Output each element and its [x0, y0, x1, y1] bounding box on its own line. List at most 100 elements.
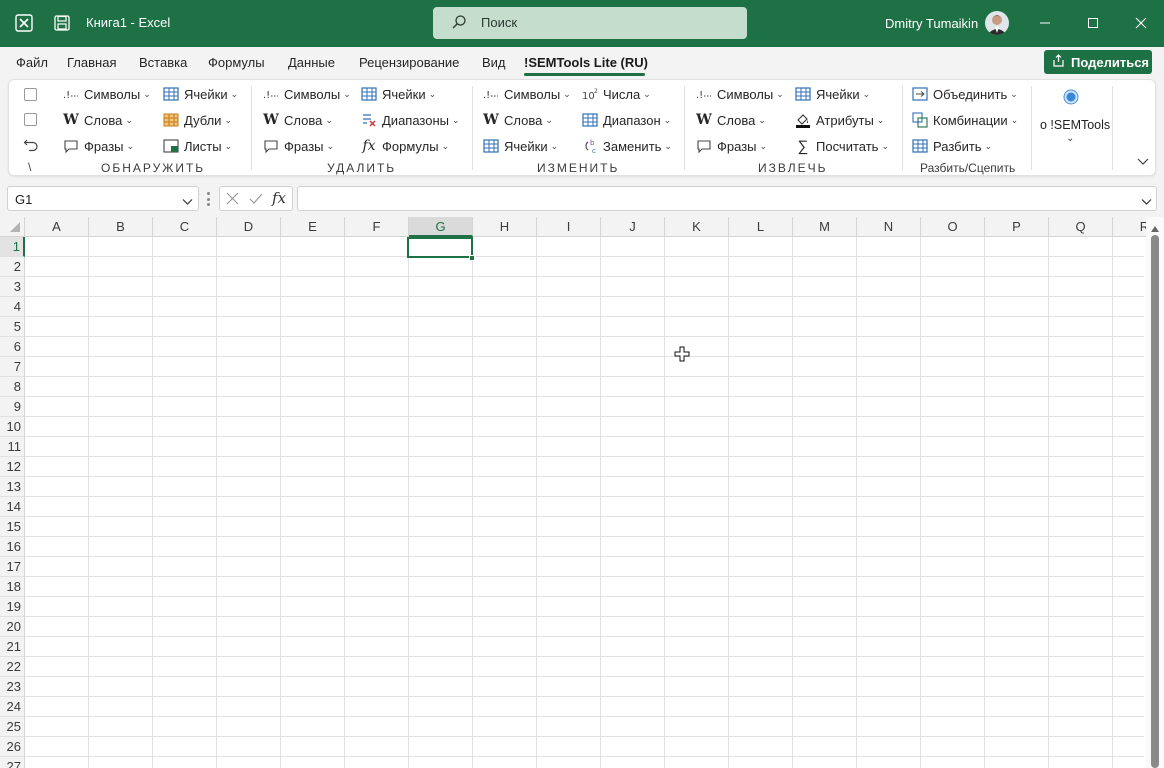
quick-checkbox-2[interactable]: [24, 113, 37, 126]
row-header-8[interactable]: 8: [0, 377, 25, 397]
row-header-4[interactable]: 4: [0, 297, 25, 317]
detect-words-button[interactable]: W Слова ⌄: [63, 109, 133, 131]
column-header-l[interactable]: L: [729, 217, 793, 237]
row-header-25[interactable]: 25: [0, 717, 25, 737]
row-header-16[interactable]: 16: [0, 537, 25, 557]
column-header-k[interactable]: K: [665, 217, 729, 237]
select-all-corner[interactable]: [0, 217, 25, 237]
share-button[interactable]: Поделиться: [1044, 50, 1152, 74]
extract-count-button[interactable]: ∑ Посчитать ⌄: [795, 135, 889, 157]
detect-dupes-button[interactable]: Дубли ⌄: [163, 109, 232, 131]
column-header-m[interactable]: M: [793, 217, 857, 237]
search-box[interactable]: Поиск: [433, 7, 747, 39]
row-header-24[interactable]: 24: [0, 697, 25, 717]
row-header-22[interactable]: 22: [0, 657, 25, 677]
row-header-19[interactable]: 19: [0, 597, 25, 617]
cancel-icon[interactable]: [226, 192, 239, 208]
excel-logo-icon[interactable]: [14, 13, 34, 33]
chevron-down-icon[interactable]: [182, 194, 193, 209]
detect-cells-button[interactable]: Ячейки ⌄: [163, 83, 238, 105]
row-header-2[interactable]: 2: [0, 257, 25, 277]
row-header-1[interactable]: 1: [0, 237, 25, 257]
check-icon[interactable]: [249, 192, 263, 208]
row-header-5[interactable]: 5: [0, 317, 25, 337]
column-header-n[interactable]: N: [857, 217, 921, 237]
about-semtools-button[interactable]: о !SEMTools: [1040, 118, 1110, 132]
change-range-button[interactable]: Диапазон ⌄: [582, 109, 671, 131]
tab-file[interactable]: Файл: [16, 55, 48, 70]
change-replace-button[interactable]: bc Заменить ⌄: [582, 135, 672, 157]
vertical-scroll-thumb[interactable]: [1151, 235, 1159, 768]
row-header-27[interactable]: 27: [0, 757, 25, 768]
column-header-h[interactable]: H: [473, 217, 537, 237]
delete-cells-button[interactable]: Ячейки ⌄: [361, 83, 436, 105]
vertical-scrollbar[interactable]: [1146, 217, 1164, 768]
extract-phrases-button[interactable]: Фразы ⌄: [696, 135, 767, 157]
column-header-o[interactable]: O: [921, 217, 985, 237]
row-header-17[interactable]: 17: [0, 557, 25, 577]
row-header-11[interactable]: 11: [0, 437, 25, 457]
row-header-7[interactable]: 7: [0, 357, 25, 377]
row-header-15[interactable]: 15: [0, 517, 25, 537]
delete-words-button[interactable]: W Слова ⌄: [263, 109, 333, 131]
undo-icon[interactable]: [23, 136, 39, 155]
column-header-a[interactable]: A: [25, 217, 89, 237]
merge-button[interactable]: Объединить ⌄: [912, 83, 1018, 105]
quick-checkbox-1[interactable]: [24, 88, 37, 101]
row-header-9[interactable]: 9: [0, 397, 25, 417]
change-cells-button[interactable]: Ячейки ⌄: [483, 135, 558, 157]
tab-data[interactable]: Данные: [288, 55, 335, 70]
detect-symbols-button[interactable]: .! Символы ⌄: [63, 83, 151, 105]
tab-review[interactable]: Рецензирование: [359, 55, 459, 70]
name-box[interactable]: G1: [7, 186, 199, 211]
detect-sheets-button[interactable]: Листы ⌄: [163, 135, 232, 157]
active-cell-g1[interactable]: [407, 237, 473, 258]
column-header-f[interactable]: F: [345, 217, 409, 237]
minimize-icon[interactable]: [1030, 8, 1060, 38]
row-header-3[interactable]: 3: [0, 277, 25, 297]
column-header-d[interactable]: D: [217, 217, 281, 237]
tab-formulas[interactable]: Формулы: [208, 55, 265, 70]
delete-symbols-button[interactable]: .! Символы ⌄: [263, 83, 351, 105]
row-header-20[interactable]: 20: [0, 617, 25, 637]
cell-area[interactable]: [25, 237, 1144, 768]
extract-cells-button[interactable]: Ячейки ⌄: [795, 83, 870, 105]
row-header-18[interactable]: 18: [0, 577, 25, 597]
column-header-g[interactable]: G: [409, 217, 473, 237]
row-header-6[interactable]: 6: [0, 337, 25, 357]
expand-formula-bar-icon[interactable]: [1141, 194, 1152, 209]
formula-bar-grip-icon[interactable]: [207, 192, 210, 206]
tab-semtools[interactable]: !SEMTools Lite (RU): [524, 55, 648, 70]
extract-symbols-button[interactable]: .! Символы ⌄: [696, 83, 784, 105]
delete-phrases-button[interactable]: Фразы ⌄: [263, 135, 334, 157]
tab-view[interactable]: Вид: [482, 55, 506, 70]
column-header-q[interactable]: Q: [1049, 217, 1113, 237]
column-header-j[interactable]: J: [601, 217, 665, 237]
collapse-ribbon-icon[interactable]: [1137, 154, 1149, 169]
combinations-button[interactable]: Комбинации ⌄: [912, 109, 1018, 131]
change-numbers-button[interactable]: 10 2 Числа ⌄: [582, 83, 651, 105]
column-header-p[interactable]: P: [985, 217, 1049, 237]
row-header-14[interactable]: 14: [0, 497, 25, 517]
fill-handle[interactable]: [469, 255, 475, 261]
chevron-down-icon[interactable]: ⌄: [1066, 133, 1074, 144]
split-button[interactable]: Разбить ⌄: [912, 135, 992, 157]
insert-function-icon[interactable]: fx: [272, 189, 286, 207]
row-header-26[interactable]: 26: [0, 737, 25, 757]
extract-words-button[interactable]: W Слова ⌄: [696, 109, 766, 131]
detect-phrases-button[interactable]: Фразы ⌄: [63, 135, 134, 157]
avatar[interactable]: [985, 11, 1009, 35]
delete-ranges-button[interactable]: Диапазоны ⌄: [361, 109, 460, 131]
row-header-12[interactable]: 12: [0, 457, 25, 477]
row-header-13[interactable]: 13: [0, 477, 25, 497]
row-header-23[interactable]: 23: [0, 677, 25, 697]
row-header-21[interactable]: 21: [0, 637, 25, 657]
tab-insert[interactable]: Вставка: [139, 55, 187, 70]
change-symbols-button[interactable]: .! Символы ⌄: [483, 83, 571, 105]
column-header-e[interactable]: E: [281, 217, 345, 237]
formula-input[interactable]: [297, 186, 1157, 211]
row-header-10[interactable]: 10: [0, 417, 25, 437]
tab-home[interactable]: Главная: [67, 55, 116, 70]
maximize-icon[interactable]: [1078, 8, 1108, 38]
extract-attributes-button[interactable]: Атрибуты ⌄: [795, 109, 884, 131]
